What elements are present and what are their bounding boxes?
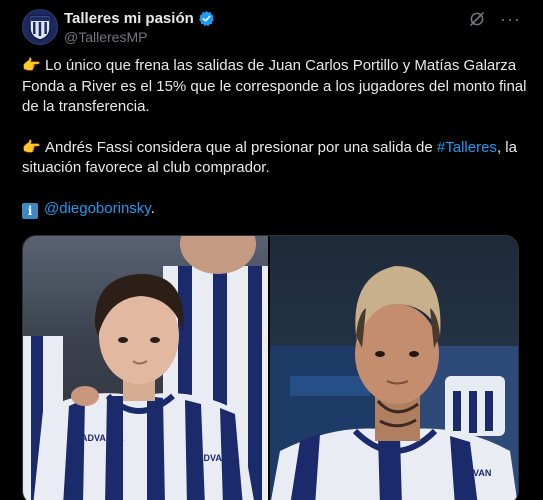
player-photo-left[interactable]: ADVANTA ADVANTA <box>23 236 270 500</box>
info-icon: i <box>22 202 38 219</box>
club-crest-icon <box>29 15 51 41</box>
tweet-header: Talleres mi pasión @TalleresMP ··· <box>0 0 543 56</box>
jersey-sponsor-text: ADVAN <box>460 468 491 478</box>
paragraph-2: 👉 Andrés Fassi considera que al presionar… <box>22 138 527 179</box>
player-right-illustration: ADVAN <box>270 266 518 500</box>
pointing-hand-icon: 👉 <box>22 138 41 156</box>
tweet-text: 👉 Lo único que frena las salidas de Juan … <box>22 56 527 239</box>
paragraph-1-text: Lo único que frena las salidas de Juan C… <box>22 57 527 115</box>
pointing-hand-icon: 👉 <box>22 57 41 74</box>
handle[interactable]: @TalleresMP <box>64 29 147 45</box>
paragraph-3: i @diegoborinsky. <box>22 199 527 220</box>
jersey-sponsor-text: ADVANTA <box>197 453 240 463</box>
player-photo-right[interactable]: ADVAN <box>270 236 518 500</box>
jersey-sponsor-text: ADVANTA <box>81 433 124 443</box>
verified-badge-icon <box>198 11 214 27</box>
media-grid: ADVANTA ADVANTA ADVAN <box>22 235 519 500</box>
avatar[interactable] <box>22 9 58 45</box>
grok-icon[interactable] <box>468 10 486 28</box>
hashtag-link[interactable]: #Talleres <box>437 139 497 156</box>
paragraph-2-text-before: Andrés Fassi considera que al presionar … <box>45 138 437 156</box>
more-icon[interactable]: ··· <box>500 10 521 28</box>
paragraph-3-text-after: . <box>150 199 155 217</box>
display-name[interactable]: Talleres mi pasión <box>64 10 194 27</box>
paragraph-1: 👉 Lo único que frena las salidas de Juan … <box>22 56 527 118</box>
mention-link[interactable]: @diegoborinsky <box>44 200 151 217</box>
player-left-illustration: ADVANTA ADVANTA <box>23 236 268 500</box>
